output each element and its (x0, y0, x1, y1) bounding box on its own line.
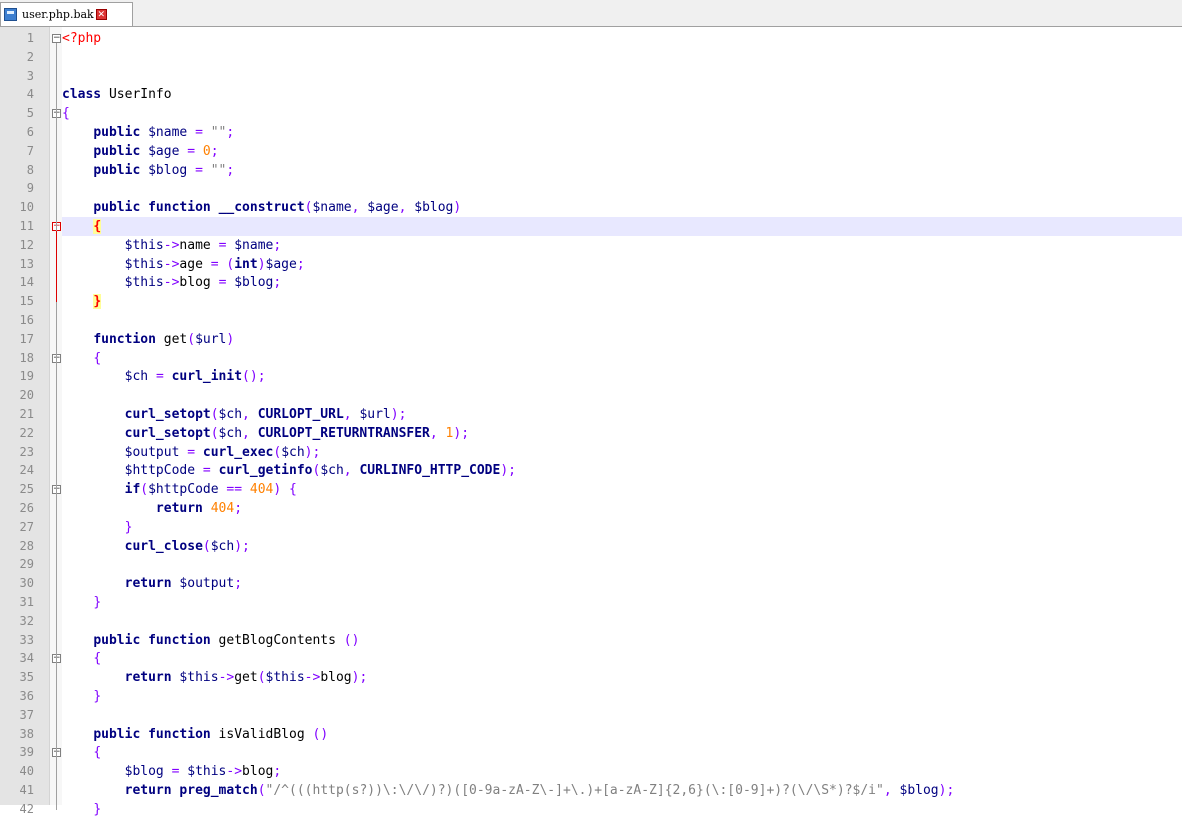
line-number: 16 (19, 313, 34, 327)
line-number: 7 (26, 143, 34, 158)
line-number: 38 (19, 726, 34, 741)
code-line[interactable]: public $age = 0; (62, 142, 218, 161)
line-number: 18 (19, 350, 34, 365)
line-number: 40 (19, 764, 34, 779)
code-line[interactable]: return $output; (62, 574, 242, 593)
line-number: 39 (19, 745, 34, 760)
current-line-highlight (62, 217, 1182, 236)
code-line[interactable]: public function isValidBlog () (62, 725, 328, 744)
line-number: 20 (19, 388, 34, 403)
line-number: 3 (26, 68, 34, 83)
code-line[interactable]: { (62, 743, 101, 762)
line-number: 23 (19, 444, 34, 459)
code-line[interactable]: $ch = curl_init(); (62, 367, 266, 386)
file-save-icon (4, 8, 17, 21)
fold-guide (56, 231, 57, 303)
code-line[interactable]: return preg_match("/^(((http(s?))\:\/\/)… (62, 781, 955, 800)
line-number: 32 (19, 613, 34, 628)
code-line[interactable]: { (62, 217, 102, 236)
line-number: 30 (19, 576, 34, 591)
line-number: 19 (19, 369, 34, 384)
code-line[interactable]: return $this->get($this->blog); (62, 668, 368, 687)
code-line[interactable]: { (62, 104, 70, 123)
line-number: 35 (19, 670, 34, 685)
line-number: 17 (19, 331, 34, 346)
line-number: 34 (19, 651, 34, 666)
line-number: 13 (19, 256, 34, 271)
code-line[interactable]: $this->name = $name; (62, 236, 282, 255)
code-line[interactable]: $output = curl_exec($ch); (62, 443, 321, 462)
code-line[interactable]: $httpCode = curl_getinfo($ch, CURLINFO_H… (62, 461, 516, 480)
code-line[interactable]: { (62, 349, 101, 368)
code-line[interactable]: return 404; (62, 499, 242, 518)
fold-guide (56, 362, 57, 603)
code-line[interactable]: public function __construct($name, $age,… (62, 198, 461, 217)
line-number: 24 (19, 463, 34, 478)
tab-user-php-bak[interactable]: user.php.bak ✕ (0, 2, 133, 26)
code-line[interactable]: } (62, 800, 101, 819)
line-number: 6 (26, 125, 34, 139)
fold-guide (56, 494, 57, 528)
line-number: 36 (19, 689, 34, 703)
code-editor[interactable]: 1 <?php 2 3 4 class UserInfo 5{6 public $name … (0, 27, 1182, 817)
line-number: 31 (19, 595, 34, 609)
line-number: 4 (26, 87, 34, 102)
line-number: 5 (26, 106, 34, 121)
code-line[interactable]: class UserInfo (62, 85, 172, 104)
tab-bar: user.php.bak ✕ (0, 0, 1182, 27)
code-line[interactable]: public $name = ""; (62, 123, 234, 142)
code-line[interactable]: $blog = $this->blog; (62, 762, 282, 781)
line-number: 29 (19, 557, 34, 572)
code-line[interactable]: } (62, 687, 101, 706)
code-line[interactable]: curl_setopt($ch, CURLOPT_URL, $url); (62, 405, 407, 424)
line-number: 1 (26, 31, 34, 45)
code-line[interactable]: public $blog = ""; (62, 161, 234, 180)
code-line[interactable]: function get($url) (62, 330, 234, 349)
code-line[interactable]: } (62, 593, 101, 612)
line-number: 26 (19, 501, 34, 515)
line-number: 11 (19, 219, 34, 233)
line-number: 15 (19, 294, 34, 309)
line-number: 9 (26, 181, 34, 196)
code-line[interactable]: $this->age = (int)$age; (62, 255, 305, 274)
line-number: 25 (19, 482, 34, 497)
line-number: 2 (26, 49, 34, 64)
code-line[interactable]: } (62, 518, 133, 537)
line-number: 33 (19, 632, 34, 647)
code-line[interactable]: <?php (62, 29, 101, 48)
fold-guide (56, 757, 57, 810)
close-tab-icon[interactable]: ✕ (95, 9, 107, 20)
line-number: 21 (19, 407, 34, 421)
code-line[interactable]: public function getBlogContents () (62, 631, 359, 650)
line-number: 14 (19, 275, 34, 290)
code-line[interactable]: { (62, 649, 101, 668)
line-number: 42 (19, 801, 34, 816)
fold-guide (56, 663, 57, 697)
fold-toggle-icon[interactable]: − (52, 34, 61, 43)
line-number: 37 (19, 707, 34, 722)
line-number: 22 (19, 425, 34, 440)
tab-label: user.php.bak (22, 8, 94, 21)
line-number: 28 (19, 538, 34, 553)
code-line[interactable]: if($httpCode == 404) { (62, 480, 297, 499)
code-line[interactable]: } (62, 292, 102, 311)
line-number: 10 (19, 200, 34, 215)
line-number: 27 (19, 519, 34, 534)
code-line[interactable]: curl_setopt($ch, CURLOPT_RETURNTRANSFER,… (62, 424, 469, 443)
code-line[interactable]: $this->blog = $blog; (62, 273, 282, 292)
line-number: 12 (19, 237, 34, 252)
code-line[interactable]: curl_close($ch); (62, 537, 250, 556)
line-number: 8 (26, 162, 34, 177)
line-number: 41 (19, 783, 34, 797)
